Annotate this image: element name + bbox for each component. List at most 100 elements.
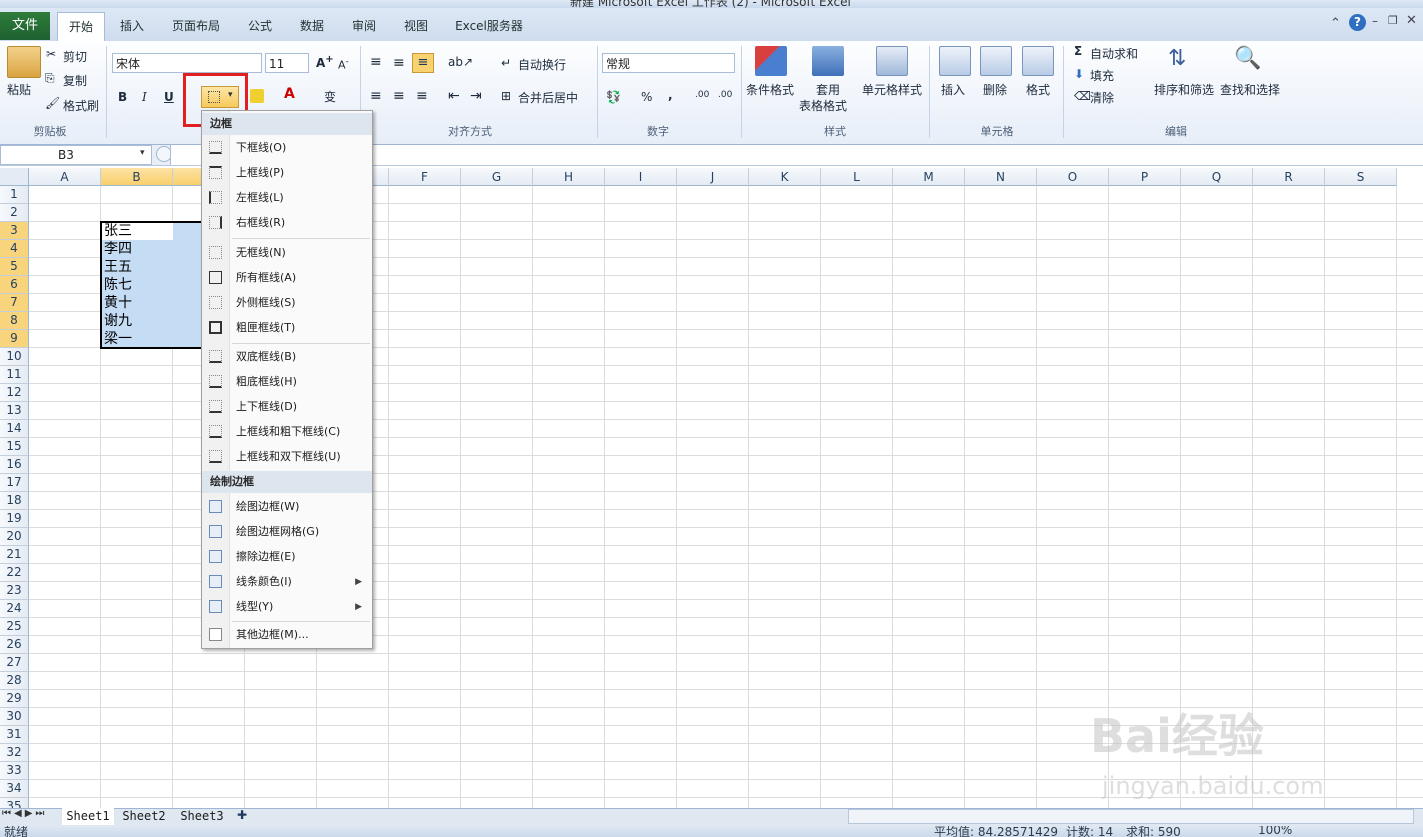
row-header-19[interactable]: 19 — [0, 510, 29, 528]
menu-item-items3-3[interactable]: 上框线和粗下框线(C) — [202, 420, 372, 444]
row-header-6[interactable]: 6 — [0, 276, 29, 294]
menu-item-items4-4[interactable]: 线型(Y) ▶ — [202, 595, 372, 619]
help-icon[interactable]: ? — [1349, 14, 1366, 31]
find-select-icon[interactable]: 🔍 — [1234, 46, 1261, 71]
menu-item-items2-0[interactable]: 无框线(N) — [202, 241, 372, 265]
row-header-24[interactable]: 24 — [0, 600, 29, 618]
row-header-23[interactable]: 23 — [0, 582, 29, 600]
number-format-combo[interactable]: 常规 — [602, 53, 735, 73]
name-box-dropdown-icon[interactable]: ▾ — [140, 148, 145, 158]
menu-item-items3-0[interactable]: 双底框线(B) — [202, 345, 372, 369]
format-as-table-line2[interactable]: 表格格式 — [799, 97, 847, 114]
sheet-tab-2[interactable]: Sheet2 — [118, 808, 170, 825]
name-box[interactable]: B3 — [0, 145, 152, 165]
row-header-21[interactable]: 21 — [0, 546, 29, 564]
format-painter-button[interactable]: 格式刷 — [63, 97, 99, 114]
column-header-a[interactable]: A — [29, 168, 101, 186]
sort-filter-button[interactable]: 排序和筛选 — [1154, 81, 1214, 98]
find-select-button[interactable]: 查找和选择 — [1220, 81, 1280, 98]
clear-button[interactable]: 清除 — [1090, 89, 1114, 106]
row-header-12[interactable]: 12 — [0, 384, 29, 402]
tab-file[interactable]: 文件 — [0, 12, 50, 40]
cell-styles-button[interactable]: 单元格样式 — [862, 81, 922, 98]
tab-view[interactable]: 视图 — [395, 12, 437, 40]
align-right-icon[interactable]: ≡ — [416, 88, 428, 104]
column-header-q[interactable]: Q — [1181, 168, 1253, 186]
sheet-nav-icon[interactable]: ⏮◀▶⏭ — [2, 808, 47, 819]
column-header-m[interactable]: M — [893, 168, 965, 186]
decrease-indent-icon[interactable]: ⇤ — [448, 88, 460, 104]
align-middle-icon[interactable]: ≡ — [393, 55, 405, 71]
cell-styles-icon[interactable] — [876, 46, 908, 76]
row-header-11[interactable]: 11 — [0, 366, 29, 384]
horizontal-scrollbar[interactable] — [848, 809, 1414, 824]
row-header-9[interactable]: 9 — [0, 330, 29, 348]
sheet-tab-3[interactable]: Sheet3 — [176, 808, 228, 825]
tab-formulas[interactable]: 公式 — [239, 12, 281, 40]
cell-b8[interactable]: 谢九 — [101, 312, 173, 330]
menu-item-items2-2[interactable]: 外侧框线(S) — [202, 291, 372, 315]
align-bottom-icon[interactable]: ≡ — [412, 53, 434, 73]
align-left-icon[interactable]: ≡ — [370, 88, 382, 104]
column-header-l[interactable]: L — [821, 168, 893, 186]
font-size-combo[interactable]: 11 — [265, 53, 309, 73]
row-header-13[interactable]: 13 — [0, 402, 29, 420]
zoom-level[interactable]: 100% — [1258, 826, 1292, 837]
row-header-18[interactable]: 18 — [0, 492, 29, 510]
menu-item-items1-1[interactable]: 上框线(P) — [202, 161, 372, 185]
cut-button[interactable]: 剪切 — [63, 48, 87, 65]
autosum-icon[interactable]: Σ — [1074, 44, 1082, 58]
row-header-4[interactable]: 4 — [0, 240, 29, 258]
menu-item-items4-3[interactable]: 线条颜色(I) ▶ — [202, 570, 372, 594]
cell-b7[interactable]: 黄十 — [101, 294, 173, 312]
column-header-h[interactable]: H — [533, 168, 605, 186]
tab-home[interactable]: 开始 — [57, 12, 105, 42]
menu-item-items1-0[interactable]: 下框线(O) — [202, 136, 372, 160]
row-header-10[interactable]: 10 — [0, 348, 29, 366]
row-header-35[interactable]: 35 — [0, 798, 29, 808]
clear-icon[interactable]: ⌫ — [1074, 89, 1091, 103]
delete-cells-button[interactable]: 删除 — [983, 81, 1007, 98]
row-header-30[interactable]: 30 — [0, 708, 29, 726]
align-center-icon[interactable]: ≡ — [393, 88, 405, 104]
italic-button[interactable]: I — [142, 90, 147, 104]
menu-item-items1-3[interactable]: 右框线(R) — [202, 211, 372, 235]
grow-font-icon[interactable]: A+ — [316, 54, 334, 70]
row-header-7[interactable]: 7 — [0, 294, 29, 312]
menu-item-items4-1[interactable]: 绘图边框网格(G) — [202, 520, 372, 544]
column-header-f[interactable]: F — [389, 168, 461, 186]
autosum-button[interactable]: 自动求和 — [1090, 45, 1138, 62]
align-top-icon[interactable]: ≡ — [370, 54, 382, 70]
font-name-combo[interactable]: 宋体 — [112, 53, 262, 73]
row-header-16[interactable]: 16 — [0, 456, 29, 474]
format-cells-icon[interactable] — [1022, 46, 1054, 76]
shrink-font-icon[interactable]: A- — [338, 56, 349, 72]
menu-item-items4-0[interactable]: 绘图边框(W) — [202, 495, 372, 519]
row-header-33[interactable]: 33 — [0, 762, 29, 780]
paste-icon[interactable] — [7, 46, 41, 78]
comma-button[interactable]: , — [668, 88, 673, 102]
cell-b9[interactable]: 梁一 — [101, 330, 173, 348]
paste-button[interactable]: 粘贴 — [7, 81, 31, 98]
tab-excel-server[interactable]: Excel服务器 — [447, 12, 531, 40]
tab-data[interactable]: 数据 — [291, 12, 333, 40]
tab-insert[interactable]: 插入 — [111, 12, 153, 40]
sheet-tab-1[interactable]: Sheet1 — [62, 808, 114, 825]
insert-sheet-icon[interactable]: ✚ — [237, 808, 247, 822]
delete-cells-icon[interactable] — [980, 46, 1012, 76]
column-header-j[interactable]: J — [677, 168, 749, 186]
row-header-25[interactable]: 25 — [0, 618, 29, 636]
column-header-s[interactable]: S — [1325, 168, 1397, 186]
row-header-14[interactable]: 14 — [0, 420, 29, 438]
column-header-p[interactable]: P — [1109, 168, 1181, 186]
row-header-1[interactable]: 1 — [0, 186, 29, 204]
fill-icon[interactable]: ⬇ — [1074, 67, 1084, 81]
fill-color-icon[interactable] — [250, 89, 264, 103]
cell-b3[interactable]: 张三 — [101, 222, 173, 240]
row-header-31[interactable]: 31 — [0, 726, 29, 744]
merge-center-button[interactable]: 合并后居中 — [518, 89, 578, 106]
cell-b5[interactable]: 王五 — [101, 258, 173, 276]
row-header-28[interactable]: 28 — [0, 672, 29, 690]
row-header-20[interactable]: 20 — [0, 528, 29, 546]
format-painter-icon[interactable]: 🖌 — [45, 96, 60, 110]
